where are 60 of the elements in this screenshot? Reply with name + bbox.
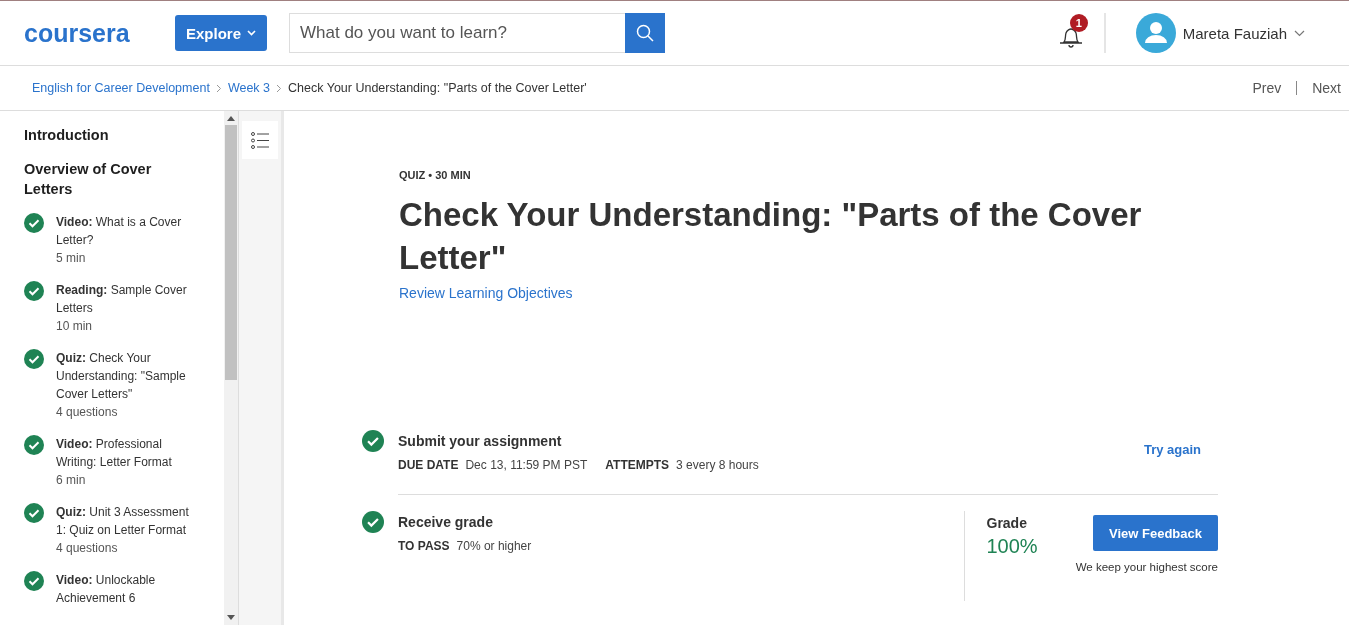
notification-badge: 1 bbox=[1069, 14, 1088, 32]
explore-button[interactable]: Explore bbox=[175, 15, 267, 51]
step-title: Receive grade bbox=[398, 513, 494, 532]
section-title: Introduction bbox=[24, 126, 110, 145]
scrollbar-thumb[interactable] bbox=[225, 125, 237, 380]
item-duration: 10 min bbox=[56, 318, 94, 335]
breadcrumb-current: Check Your Understanding: "Parts of the Cover Letter' bbox=[288, 81, 587, 95]
user-name: Mareta Fauziah bbox=[1182, 24, 1287, 42]
quiz-label: QUIZ • 30 MIN bbox=[399, 169, 471, 181]
grade-value: 100% bbox=[986, 535, 1038, 558]
item-title: Reading: Sample Cover Letters bbox=[56, 282, 188, 317]
score-note: We keep your highest score bbox=[1075, 561, 1218, 573]
chevron-down-icon bbox=[1294, 29, 1305, 37]
item-duration: 4 questions bbox=[56, 540, 119, 557]
caret-icon bbox=[247, 30, 256, 36]
sidebar-item[interactable]: Quiz: Unit 3 Assessment 1: Quiz on Letter Format 4 questions bbox=[24, 503, 224, 557]
grade-label: Grade bbox=[986, 515, 1028, 531]
breadcrumb-link[interactable]: Week 3 bbox=[227, 81, 271, 95]
quiz-title: Check Your Understanding: "Parts of the Cover Letter" bbox=[399, 195, 1143, 278]
field-label: DUE DATE bbox=[398, 458, 459, 472]
scroll-down-icon[interactable] bbox=[227, 615, 235, 620]
search-field[interactable]: What do you want to learn? bbox=[289, 13, 625, 53]
item-duration: 5 min bbox=[56, 250, 87, 267]
item-title: Quiz: Unit 3 Assessment 1: Quiz on Letter Format bbox=[56, 504, 190, 539]
breadcrumb-link[interactable]: English for Career Development bbox=[32, 81, 210, 95]
item-title: Video: Unlockable Achievement 6 bbox=[56, 572, 157, 607]
review-objectives-link[interactable]: Review Learning Objectives bbox=[399, 285, 573, 301]
user-menu[interactable]: Mareta Fauziah bbox=[1129, 12, 1311, 54]
field-label: TO PASS bbox=[398, 539, 450, 553]
sidebar-item[interactable]: Reading: Sample Cover Letters 10 min bbox=[24, 281, 224, 335]
avatar-icon bbox=[1135, 13, 1176, 53]
field-value: 70% or higher bbox=[456, 539, 532, 553]
sidebar-item[interactable]: Video: What is a Cover Letter? 5 min bbox=[24, 213, 224, 267]
search-button[interactable] bbox=[625, 13, 665, 53]
item-duration: 6 min bbox=[56, 472, 87, 489]
field-value: 3 every 8 hours bbox=[676, 458, 759, 472]
sidebar-item[interactable]: Quiz: Check Your Understanding: "Sample Cover Letters" 4 questions bbox=[24, 349, 224, 421]
chevron-right-icon bbox=[276, 83, 283, 93]
sidebar-item[interactable]: Video: Unlockable Achievement 6 bbox=[24, 571, 224, 607]
field-value: Dec 13, 11:59 PM PST bbox=[465, 458, 588, 472]
prev-link[interactable]: Prev bbox=[1252, 80, 1282, 96]
item-duration: 4 questions bbox=[56, 404, 119, 421]
scroll-up-icon[interactable] bbox=[227, 116, 235, 121]
section-title: Overview of Cover Letters bbox=[24, 160, 153, 199]
item-title: Quiz: Check Your Understanding: "Sample Cover Letters" bbox=[56, 350, 187, 403]
list-icon bbox=[251, 131, 269, 149]
try-again-link[interactable]: Try again bbox=[1143, 442, 1201, 472]
field-label: ATTEMPTS bbox=[605, 458, 670, 472]
next-link[interactable]: Next bbox=[1312, 80, 1341, 96]
outline-toggle-button[interactable] bbox=[242, 121, 278, 159]
item-title: Video: Professional Writing: Letter Format bbox=[56, 436, 173, 471]
item-title: Video: What is a Cover Letter? bbox=[56, 214, 183, 249]
step-title: Submit your assignment bbox=[398, 432, 563, 451]
view-feedback-button[interactable]: View Feedback bbox=[1093, 515, 1218, 551]
chevron-right-icon bbox=[215, 83, 222, 93]
coursera-logo[interactable]: coursera bbox=[24, 18, 151, 48]
sidebar-item[interactable]: Video: Professional Writing: Letter Format 6 min bbox=[24, 435, 224, 489]
bell-icon bbox=[1058, 26, 1083, 48]
scrollbar[interactable] bbox=[224, 111, 238, 625]
search-icon bbox=[636, 24, 654, 42]
